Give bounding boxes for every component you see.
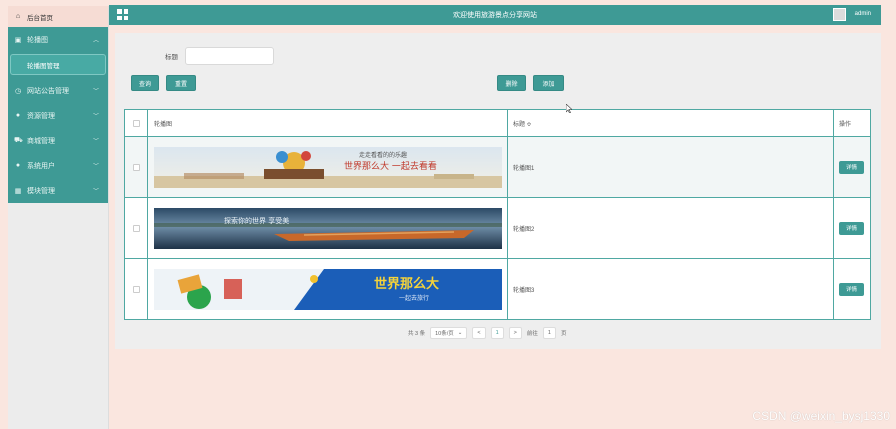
chevron-down-icon: ﹀ [92, 139, 99, 145]
banner-image-2: 探索你的世界 享受美 [154, 207, 502, 249]
detail-button[interactable]: 详情 [839, 160, 864, 174]
user-icon: ● [15, 162, 21, 169]
sidebar-item-users[interactable]: ● 系统用户 ﹀ [8, 153, 108, 178]
select-all-cell [125, 110, 148, 136]
prev-page-button[interactable]: < [472, 327, 486, 339]
row-select-cell [125, 198, 148, 258]
mouse-cursor-icon [566, 104, 572, 113]
goto-label: 前往 [526, 331, 538, 337]
goto-input[interactable]: 1 [542, 327, 556, 339]
sidebar-item-resource[interactable]: ● 资源管理 ﹀ [8, 103, 108, 128]
table-row: 走走看看的的乐趣 世界那么大 一起去看看 轮播图1 详情 [125, 137, 870, 198]
banner-text: 世界那么大 一起去看看 [344, 160, 437, 172]
sidebar-home[interactable]: ⌂ 后台首页 [8, 6, 108, 27]
sidebar-submenu: 轮播图管理 [8, 52, 108, 78]
pager-total: 共 3 条 [408, 331, 426, 337]
banner-image-3: 世界那么大 一起去旅行 [154, 268, 502, 310]
row-checkbox[interactable] [132, 285, 140, 293]
row-op-cell: 详情 [834, 137, 870, 197]
chevron-down-icon: ⌄ [457, 330, 463, 336]
chevron-down-icon: ﹀ [92, 89, 99, 95]
sidebar-item-label: 商城管理 [27, 137, 55, 145]
main-panel: 标题 查询 重置 删除 添加 轮播图 标题 ≎ 操作 走走看看的的乐趣 世界那么… [115, 33, 881, 349]
sidebar-item-mall[interactable]: ⛟ 商城管理 ﹀ [8, 128, 108, 153]
chevron-down-icon: ﹀ [92, 114, 99, 120]
reset-button[interactable]: 重置 [166, 75, 196, 91]
row-title: 轮播图1 [508, 137, 834, 197]
row-op-cell: 详情 [834, 259, 870, 319]
next-page-button[interactable]: > [508, 327, 522, 339]
watermark: CSDN @weixin_bysj1330 [752, 409, 890, 423]
table-header: 轮播图 标题 ≎ 操作 [125, 110, 870, 137]
row-title: 轮播图2 [508, 198, 834, 258]
row-checkbox[interactable] [132, 163, 140, 171]
sidebar-home-label: 后台首页 [27, 14, 53, 22]
page-number-current[interactable]: 1 [490, 327, 504, 339]
sidebar-item-label: 资源管理 [27, 112, 55, 120]
delete-button[interactable]: 删除 [497, 75, 526, 91]
banner-text: 探索你的世界 享受美 [224, 216, 289, 225]
table-row: 探索你的世界 享受美 轮播图2 详情 [125, 198, 870, 259]
sidebar-subitem-carousel-manage[interactable]: 轮播图管理 [10, 54, 106, 75]
table-row: 世界那么大 一起去旅行 轮播图3 详情 [125, 259, 870, 319]
row-select-cell [125, 137, 148, 197]
header-image: 轮播图 [148, 110, 508, 136]
sidebar-item-label: 轮播图 [27, 36, 48, 44]
pin-icon: ● [15, 112, 21, 119]
topbar: 欢迎使用旅游景点分享网站 admin [109, 5, 881, 25]
cart-icon: ⛟ [14, 137, 23, 144]
home-icon: ⌂ [15, 13, 21, 20]
search-label: 标题 [165, 54, 178, 61]
banner-text: 世界那么大 [374, 276, 439, 292]
chevron-down-icon: ﹀ [92, 164, 99, 170]
detail-button[interactable]: 详情 [839, 282, 864, 296]
sidebar: ⌂ 后台首页 ▣ 轮播图 ︿ 轮播图管理 ◷ 网站公告管理 ﹀ ● 资源管理 ﹀… [8, 6, 109, 429]
search-row: 标题 [165, 47, 274, 65]
banner-caption: 走走看看的的乐趣 [359, 151, 407, 159]
chevron-up-icon: ︿ [92, 38, 99, 44]
row-title: 轮播图3 [508, 259, 834, 319]
banner-caption: 一起去旅行 [399, 294, 429, 302]
select-all-checkbox[interactable] [132, 119, 140, 127]
add-button[interactable]: 添加 [533, 75, 564, 91]
search-input[interactable] [185, 47, 274, 65]
page-size-label: 10条/页 [435, 331, 454, 337]
sidebar-item-label: 网站公告管理 [27, 87, 69, 95]
row-image-cell: 探索你的世界 享受美 [148, 198, 508, 258]
chevron-down-icon: ﹀ [92, 189, 99, 195]
row-op-cell: 详情 [834, 198, 870, 258]
data-table: 轮播图 标题 ≎ 操作 走走看看的的乐趣 世界那么大 一起去看看 轮播图1 详情… [124, 109, 871, 320]
row-select-cell [125, 259, 148, 319]
banner-image-1: 走走看看的的乐趣 世界那么大 一起去看看 [154, 146, 502, 188]
page-size-select[interactable]: 10条/页 ⌄ [430, 327, 468, 339]
grid-icon: ▦ [14, 187, 22, 195]
avatar[interactable] [833, 8, 846, 21]
sidebar-item-modules[interactable]: ▦ 模块管理 ﹀ [8, 178, 108, 203]
sidebar-item-carousel[interactable]: ▣ 轮播图 ︿ [8, 27, 108, 52]
detail-button[interactable]: 详情 [839, 221, 864, 235]
sidebar-item-label: 模块管理 [27, 187, 55, 195]
row-checkbox[interactable] [132, 224, 140, 232]
header-title[interactable]: 标题 ≎ [508, 110, 834, 136]
site-title: 欢迎使用旅游景点分享网站 [453, 12, 537, 19]
username[interactable]: admin [855, 11, 871, 17]
sidebar-item-label: 系统用户 [27, 162, 55, 170]
header-op: 操作 [839, 121, 852, 128]
pagination: 共 3 条 10条/页 ⌄ < 1 > 前往 1 页 [408, 327, 566, 339]
query-button[interactable]: 查询 [131, 75, 159, 91]
row-image-cell: 世界那么大 一起去旅行 [148, 259, 508, 319]
image-icon: ▣ [14, 36, 22, 44]
page-suffix: 页 [560, 331, 567, 337]
clock-icon: ◷ [14, 87, 22, 95]
sidebar-item-notice[interactable]: ◷ 网站公告管理 ﹀ [8, 78, 108, 103]
row-image-cell: 走走看看的的乐趣 世界那么大 一起去看看 [148, 137, 508, 197]
